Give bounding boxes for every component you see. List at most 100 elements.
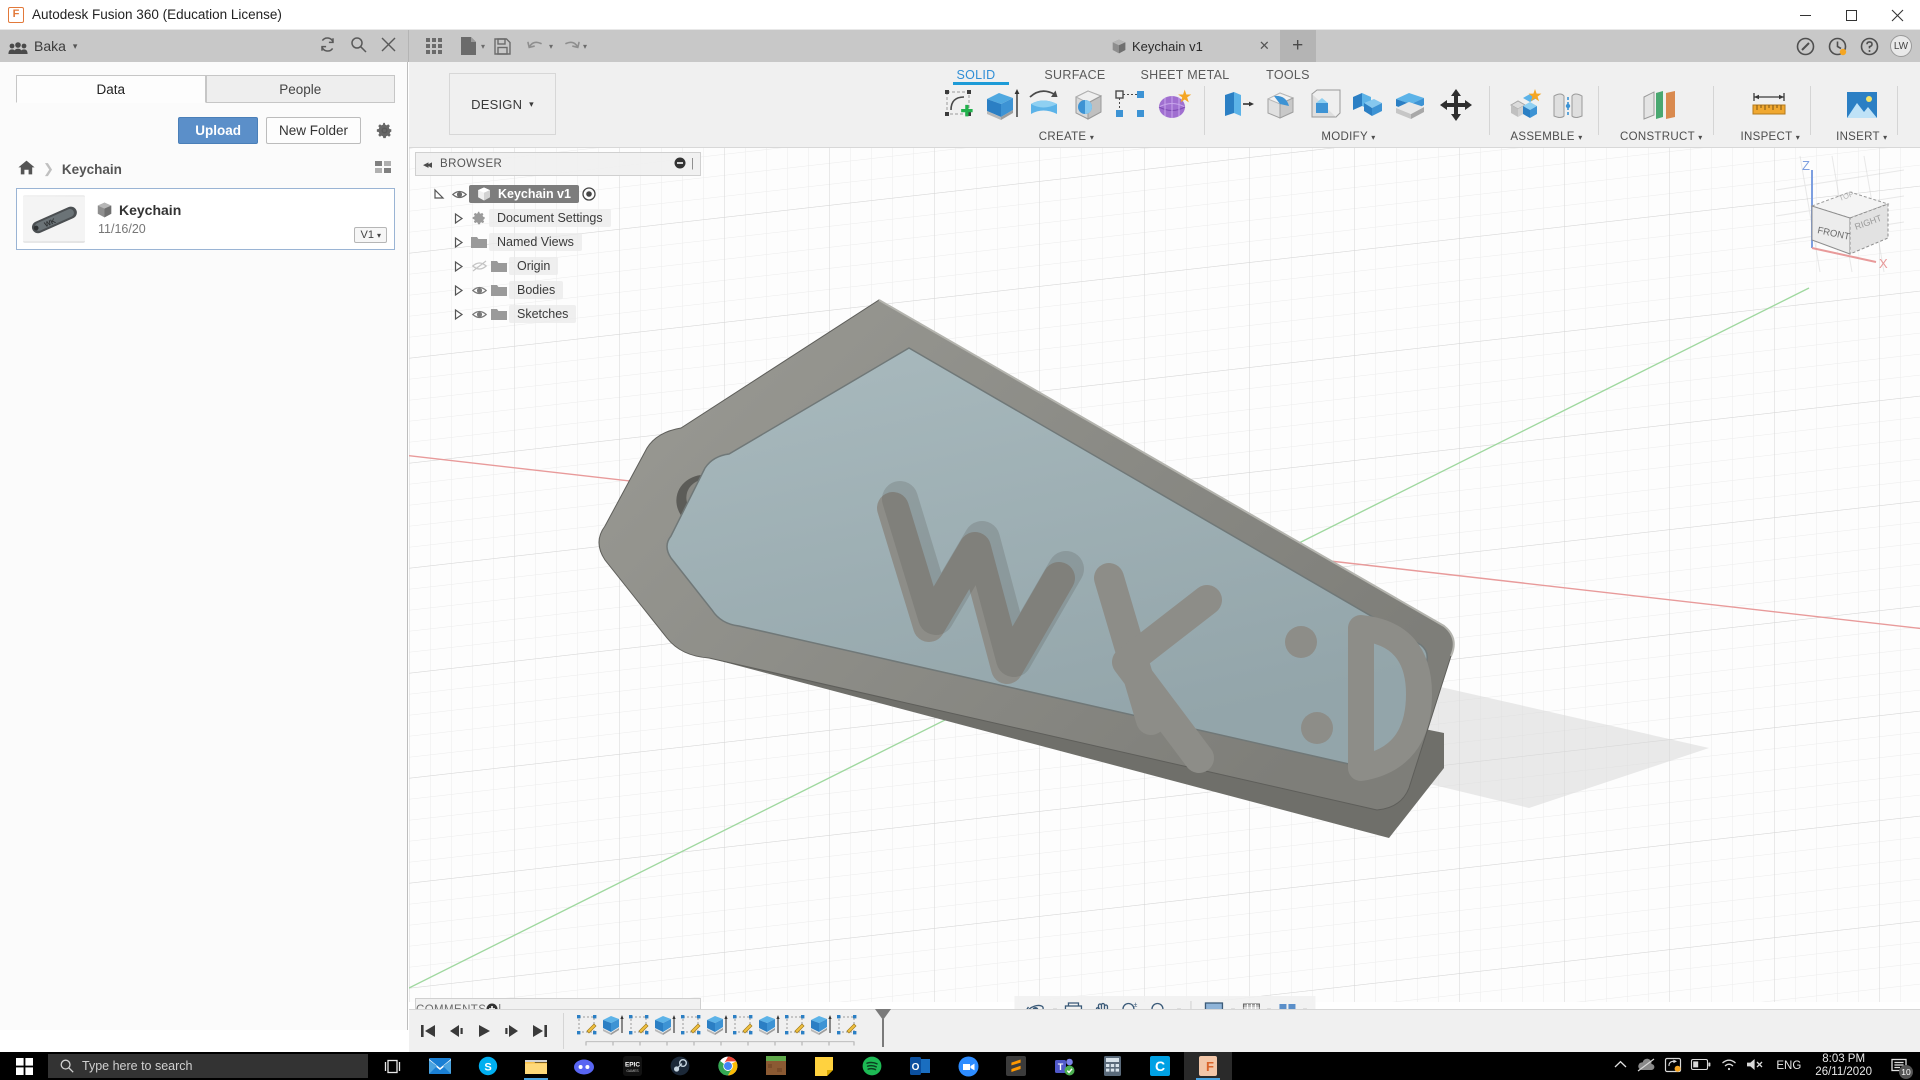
step-back-icon[interactable] (443, 1016, 469, 1046)
visibility-eye-icon-bodies[interactable] (469, 285, 489, 296)
tree-label-keychain[interactable]: Keychain v1 (469, 185, 579, 203)
teams-icon[interactable]: T (1040, 1052, 1088, 1080)
minecraft-icon[interactable] (752, 1052, 800, 1080)
shell-icon[interactable] (1304, 84, 1344, 126)
tab-surface[interactable]: SURFACE (1023, 68, 1127, 82)
tree-row-sketches[interactable]: Sketches (415, 302, 715, 326)
wifi-icon[interactable] (1721, 1058, 1737, 1074)
browser-resize-grip[interactable]: | (691, 158, 697, 170)
visibility-eye-icon-sketches[interactable] (469, 309, 489, 320)
notifications-icon[interactable] (1822, 30, 1852, 62)
file-card-keychain[interactable]: WK Keychain 11/16/20 V1 ▾ (16, 188, 395, 250)
press-pull-icon[interactable] (1218, 84, 1258, 126)
minimize-button[interactable] (1782, 0, 1828, 30)
skip-end-icon[interactable] (527, 1016, 553, 1046)
play-icon[interactable] (471, 1016, 497, 1046)
expand-triangle-origin[interactable] (449, 260, 469, 272)
visibility-eye-off-icon-origin[interactable] (469, 260, 489, 272)
refresh-icon[interactable] (319, 36, 336, 56)
c-app-icon[interactable]: C (1136, 1052, 1184, 1080)
insert-image-icon[interactable] (1839, 84, 1885, 126)
revolve-icon[interactable] (1025, 84, 1065, 126)
document-tab-keychain[interactable]: Keychain v1 ✕ (1100, 30, 1280, 62)
gear-icon[interactable] (373, 120, 395, 142)
outlook-icon[interactable]: O (896, 1052, 944, 1080)
combine-icon[interactable] (1347, 84, 1387, 126)
expand-triangle-named-views[interactable] (449, 236, 469, 248)
offset-plane-icon[interactable] (1638, 84, 1684, 126)
steam-icon[interactable] (656, 1052, 704, 1080)
calculator-icon[interactable] (1088, 1052, 1136, 1080)
tree-label-sketches[interactable]: Sketches (509, 305, 577, 323)
joint-icon[interactable] (1548, 84, 1588, 126)
volume-muted-icon[interactable] (1747, 1058, 1766, 1074)
taskbar-clock[interactable]: 8:03 PM 26/11/2020 (1811, 1053, 1876, 1079)
tree-row-keychain[interactable]: Keychain v1 (415, 182, 715, 206)
redo-chevron-down-icon[interactable]: ▾ (583, 42, 587, 51)
visibility-eye-icon-keychain[interactable] (449, 189, 469, 200)
tray-expand-chevron-up-icon[interactable] (1614, 1060, 1627, 1072)
fillet-icon[interactable] (1261, 84, 1301, 126)
tree-label-bodies[interactable]: Bodies (509, 281, 564, 299)
new-component-icon[interactable] (1505, 84, 1545, 126)
tree-label-document-settings[interactable]: Document Settings (489, 209, 611, 227)
step-forward-icon[interactable] (499, 1016, 525, 1046)
hub-name-label[interactable]: Baka (34, 38, 66, 54)
pattern-icon[interactable] (1111, 84, 1151, 126)
group-label-create[interactable]: CREATE ▾ (1039, 131, 1094, 143)
timeline-item-extrude[interactable] (704, 1011, 730, 1039)
epic-games-icon[interactable]: EPIC GAMES (608, 1052, 656, 1080)
move-copy-icon[interactable] (1433, 84, 1479, 126)
mail-icon[interactable] (416, 1052, 464, 1080)
sync-status-icon[interactable] (1665, 1057, 1682, 1075)
tab-solid[interactable]: SOLID (929, 68, 1023, 82)
workspace-switcher[interactable]: DESIGN ▾ (449, 73, 556, 135)
spotify-icon[interactable] (848, 1052, 896, 1080)
timeline-item-extrude[interactable] (808, 1011, 834, 1039)
taskbar-search-input[interactable]: Type here to search (48, 1054, 368, 1078)
skip-start-icon[interactable] (415, 1016, 441, 1046)
tab-data[interactable]: Data (16, 75, 206, 103)
split-body-icon[interactable] (1390, 84, 1430, 126)
expand-triangle-keychain[interactable] (429, 188, 449, 200)
language-indicator[interactable]: ENG (1776, 1060, 1801, 1072)
group-label-inspect[interactable]: INSPECT ▾ (1741, 131, 1801, 143)
timeline-item-sketch[interactable] (626, 1011, 652, 1039)
tree-label-named-views[interactable]: Named Views (489, 233, 582, 251)
viewport-canvas[interactable]: ◂◂ BROWSER | Keychain v1 Document Settin… (409, 148, 1920, 1030)
breadcrumb-current[interactable]: Keychain (62, 162, 122, 177)
hub-chevron-down-icon[interactable]: ▾ (73, 41, 78, 52)
undo-icon[interactable] (519, 31, 553, 61)
sweep-icon[interactable] (1068, 84, 1108, 126)
tab-tools[interactable]: TOOLS (1243, 68, 1333, 82)
redo-icon[interactable] (553, 31, 587, 61)
tree-row-named-views[interactable]: Named Views (415, 230, 715, 254)
task-view-icon[interactable] (368, 1052, 416, 1080)
browser-collapse-icon[interactable]: ◂◂ (423, 158, 432, 171)
tree-row-bodies[interactable]: Bodies (415, 278, 715, 302)
timeline-item-extrude[interactable] (652, 1011, 678, 1039)
tree-row-document-settings[interactable]: Document Settings (415, 206, 715, 230)
timeline-item-sketch[interactable] (678, 1011, 704, 1039)
save-icon[interactable] (485, 31, 519, 61)
group-label-modify[interactable]: MODIFY ▾ (1321, 131, 1375, 143)
onedrive-icon[interactable] (1637, 1058, 1655, 1074)
app-grid-icon[interactable] (417, 31, 451, 61)
user-avatar[interactable]: LW (1890, 35, 1912, 57)
expand-triangle-document-settings[interactable] (449, 212, 469, 224)
home-icon[interactable] (18, 160, 35, 178)
create-sketch-icon[interactable] (939, 84, 979, 126)
new-file-icon[interactable] (451, 31, 485, 61)
new-folder-button[interactable]: New Folder (265, 117, 361, 144)
zoom-app-icon[interactable] (944, 1052, 992, 1080)
file-explorer-icon[interactable] (512, 1052, 560, 1080)
search-icon[interactable] (350, 36, 367, 56)
skype-icon[interactable]: S (464, 1052, 512, 1080)
job-status-icon[interactable] (1790, 30, 1820, 62)
timeline-item-sketch[interactable] (834, 1011, 860, 1039)
tab-people[interactable]: People (205, 75, 395, 103)
timeline-item-extrude[interactable] (756, 1011, 782, 1039)
discord-icon[interactable] (560, 1052, 608, 1080)
timeline-item-extrude[interactable] (600, 1011, 626, 1039)
view-cube[interactable]: Z X FRONT RIGHT TOP (1775, 155, 1905, 273)
